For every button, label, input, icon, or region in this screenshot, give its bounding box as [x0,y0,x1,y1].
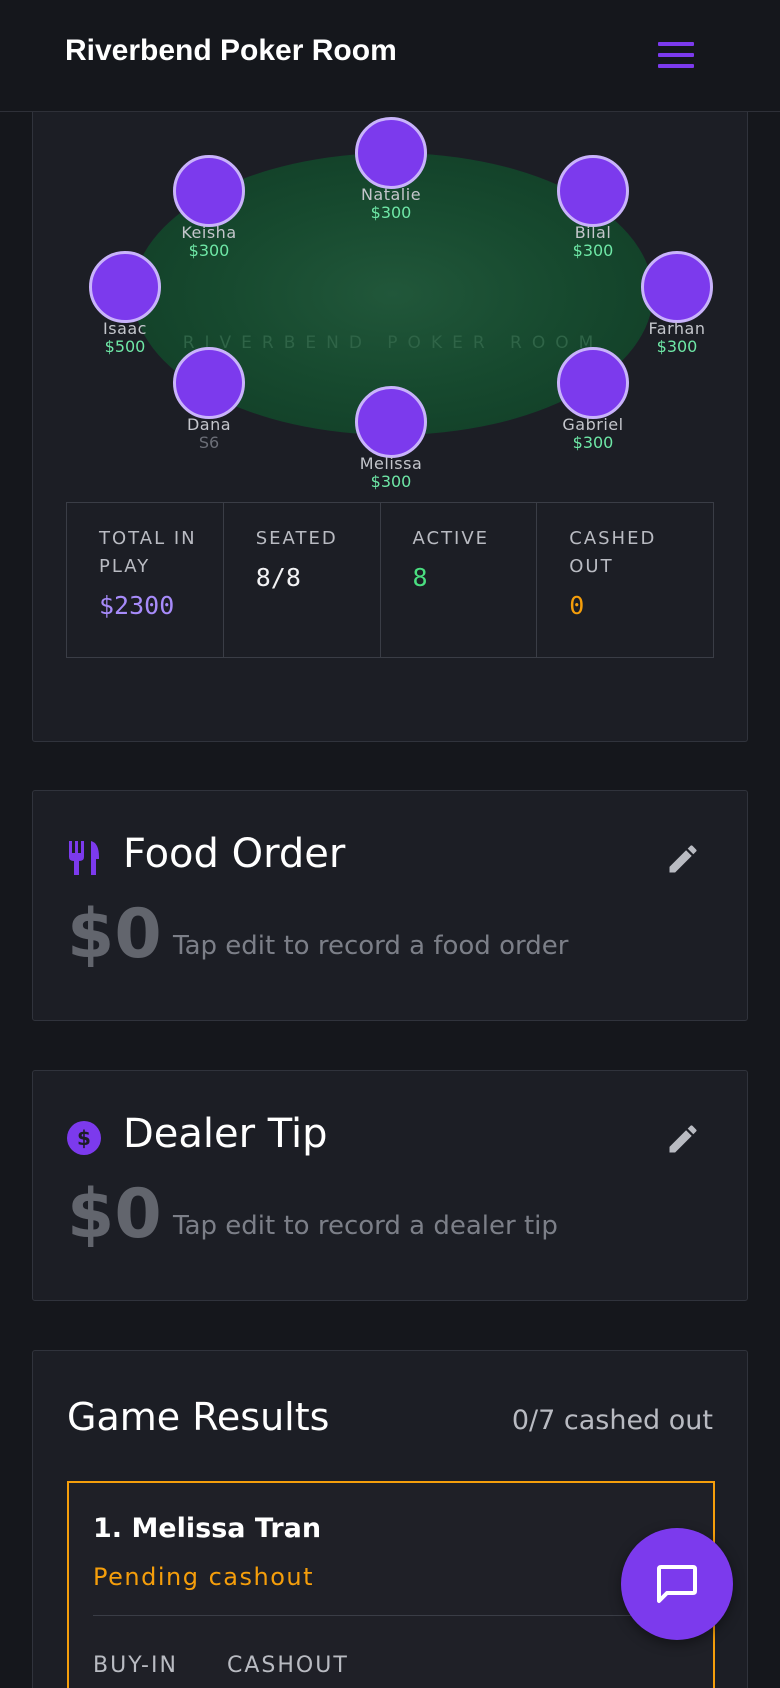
app-title: Riverbend Poker Room [65,34,397,67]
seat-name: Natalie [360,185,422,204]
seat-avatar[interactable] [557,347,629,419]
dealer-tip-hint: Tap edit to record a dealer tip [173,1211,558,1241]
stat-label: TOTAL IN PLAY [99,528,197,577]
seat-isaac[interactable]: Isaac $500 [55,251,195,356]
stat-value: 0 [569,591,585,620]
stat-label: ACTIVE [412,528,490,549]
utensils-icon [67,839,101,877]
seat-avatar[interactable] [173,347,245,419]
seat-avatar[interactable] [89,251,161,323]
result-entry[interactable]: 1. Melissa Tran Pending cashout BUY-IN C… [67,1481,715,1688]
stat-active: ACTIVE 8 [381,503,538,657]
player-name: 1. Melissa Tran [93,1513,322,1544]
stat-label: CASHED OUT [569,528,657,577]
game-results-title: Game Results [67,1395,330,1439]
hamburger-menu-icon[interactable] [656,42,696,70]
app-header: Riverbend Poker Room [0,0,780,112]
chat-button[interactable] [621,1528,733,1640]
seat-name: Isaac [103,319,147,338]
seat-keisha[interactable]: Keisha $300 [139,155,279,260]
stat-total-in-play: TOTAL IN PLAY $2300 [67,503,224,657]
seat-farhan[interactable]: Farhan $300 [607,251,747,356]
food-order-hint: Tap edit to record a food order [173,931,569,961]
cashed-out-count: 0/7 cashed out [511,1405,713,1436]
divider [93,1615,689,1616]
stat-value: $2300 [99,591,175,620]
pencil-icon[interactable] [665,841,701,877]
stat-value: 8/8 [255,563,301,592]
dealer-tip-card: $ Dealer Tip $0 Tap edit to record a dea… [32,1070,748,1301]
stat-cashed-out: CASHED OUT 0 [537,503,713,657]
seat-gabriel[interactable]: Gabriel $300 [523,347,663,452]
buy-in-label: BUY-IN [93,1653,178,1678]
game-results-card: Game Results 0/7 cashed out 1. Melissa T… [32,1350,748,1688]
dealer-tip-title: Dealer Tip [123,1111,328,1157]
stat-seated: SEATED 8/8 [224,503,381,657]
poker-table-card: RIVERBEND POKER ROOM Natalie $300 Keisha… [32,100,748,742]
pencil-icon[interactable] [665,1121,701,1157]
seat-amount: $300 [572,433,614,452]
svg-text:$: $ [77,1126,91,1150]
seat-name: Bilal [574,223,612,242]
seat-amount: $300 [370,203,412,222]
food-order-amount: $0 [67,895,162,974]
cashout-label: CASHOUT [227,1653,349,1678]
seat-avatar[interactable] [355,386,427,458]
seat-name: Dana [186,415,232,434]
food-order-title: Food Order [123,831,346,877]
stat-value: 8 [412,563,428,592]
seat-melissa[interactable]: Melissa $300 [321,386,461,491]
seat-name: Melissa [359,454,423,473]
food-order-card: Food Order $0 Tap edit to record a food … [32,790,748,1021]
dollar-circle-icon: $ [67,1119,101,1157]
dealer-tip-amount: $0 [67,1175,162,1254]
seat-avatar[interactable] [557,155,629,227]
status-badge: Pending cashout [93,1563,314,1591]
seat-avatar[interactable] [173,155,245,227]
seat-name: Farhan [648,319,706,338]
seat-amount: S6 [198,433,220,452]
seat-name: Gabriel [562,415,624,434]
seat-avatar[interactable] [355,117,427,189]
chat-bubble-icon [657,1565,697,1603]
table-stats: TOTAL IN PLAY $2300 SEATED 8/8 ACTIVE 8 … [66,502,714,658]
seat-natalie[interactable]: Natalie $300 [321,117,461,222]
seat-avatar[interactable] [641,251,713,323]
seat-amount: $300 [370,472,412,491]
stat-label: SEATED [255,528,338,549]
seat-dana[interactable]: Dana S6 [139,347,279,452]
seat-bilal[interactable]: Bilal $300 [523,155,663,260]
seat-name: Keisha [181,223,237,242]
